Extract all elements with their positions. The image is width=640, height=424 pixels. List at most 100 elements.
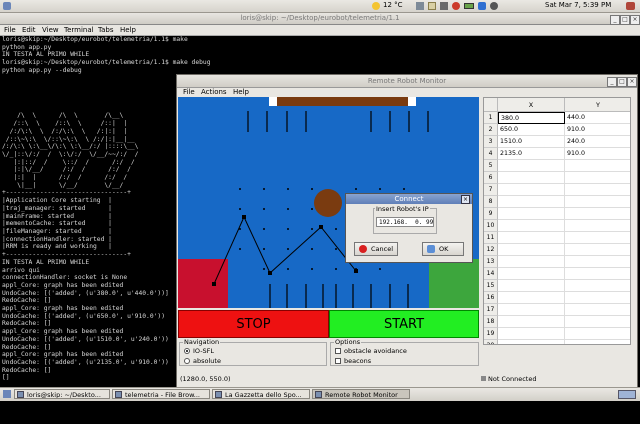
cell-x[interactable]: 2135.0 bbox=[498, 148, 565, 160]
row-header[interactable]: 13 bbox=[484, 256, 498, 268]
row-header[interactable]: 14 bbox=[484, 268, 498, 280]
cell-x[interactable] bbox=[498, 280, 565, 292]
cell-x[interactable] bbox=[498, 268, 565, 280]
row-header[interactable]: 19 bbox=[484, 328, 498, 340]
row-header[interactable]: 17 bbox=[484, 304, 498, 316]
terminal-output-top[interactable]: loris@skip:~/Desktop/eurobot/telemetria/… bbox=[2, 36, 472, 76]
row-header[interactable]: 16 bbox=[484, 292, 498, 304]
cell-x[interactable] bbox=[498, 232, 565, 244]
row-header[interactable]: 2 bbox=[484, 124, 498, 136]
terminal-menu-edit[interactable]: Edit bbox=[22, 26, 36, 34]
taskbar-item-robot-monitor[interactable]: Remote Robot Monitor bbox=[312, 389, 410, 399]
taskbar-item-file-browser[interactable]: telemetria - File Brow... bbox=[112, 389, 210, 399]
taskbar-item-browser[interactable]: La Gazzetta dello Spo... bbox=[212, 389, 310, 399]
cell-x[interactable] bbox=[498, 256, 565, 268]
cell-x[interactable] bbox=[498, 184, 565, 196]
cell-y[interactable]: 910.0 bbox=[565, 148, 630, 160]
cell-y[interactable] bbox=[565, 160, 630, 172]
column-header-x[interactable]: X bbox=[498, 98, 565, 112]
monitor-close-button[interactable]: × bbox=[627, 77, 637, 87]
terminal-menu-file[interactable]: File bbox=[4, 26, 16, 34]
radio-absolute[interactable] bbox=[184, 358, 190, 364]
cell-x[interactable] bbox=[498, 208, 565, 220]
cell-x[interactable] bbox=[498, 304, 565, 316]
mail-icon[interactable] bbox=[428, 2, 436, 10]
cell-x[interactable] bbox=[498, 328, 565, 340]
terminal-minimize-button[interactable]: _ bbox=[610, 15, 620, 25]
terminal-menu-tabs[interactable]: Tabs bbox=[98, 26, 114, 34]
cancel-button[interactable]: Cancel bbox=[354, 242, 398, 256]
radio-io-sfl[interactable] bbox=[184, 348, 190, 354]
volume-icon[interactable] bbox=[440, 2, 448, 10]
taskbar-item-terminal[interactable]: loris@skip: ~/Deskto... bbox=[14, 389, 110, 399]
row-header[interactable]: 11 bbox=[484, 232, 498, 244]
row-header[interactable]: 20 bbox=[484, 340, 498, 344]
monitor-menu-help[interactable]: Help bbox=[233, 88, 249, 96]
update-icon[interactable] bbox=[452, 2, 460, 10]
row-header[interactable]: 18 bbox=[484, 316, 498, 328]
terminal-maximize-button[interactable]: □ bbox=[620, 15, 630, 25]
cell-y[interactable] bbox=[565, 184, 630, 196]
row-header[interactable]: 5 bbox=[484, 160, 498, 172]
power-icon[interactable] bbox=[490, 2, 498, 10]
row-header[interactable]: 15 bbox=[484, 280, 498, 292]
cell-y[interactable] bbox=[565, 220, 630, 232]
dialog-close-button[interactable]: × bbox=[461, 195, 470, 204]
monitor-menu-actions[interactable]: Actions bbox=[201, 88, 227, 96]
obstacle-avoidance-checkbox[interactable] bbox=[335, 348, 341, 354]
cell-y[interactable] bbox=[565, 196, 630, 208]
cell-x[interactable] bbox=[498, 316, 565, 328]
cell-y[interactable] bbox=[565, 280, 630, 292]
cell-y[interactable] bbox=[565, 268, 630, 280]
cell-y[interactable] bbox=[565, 304, 630, 316]
stop-button[interactable]: STOP bbox=[178, 310, 329, 338]
monitor-menu-file[interactable]: File bbox=[183, 88, 195, 96]
monitor-maximize-button[interactable]: □ bbox=[617, 77, 627, 87]
row-header[interactable]: 12 bbox=[484, 244, 498, 256]
cell-y[interactable] bbox=[565, 244, 630, 256]
cell-y[interactable]: 910.0 bbox=[565, 124, 630, 136]
cell-x[interactable]: 1510.0 bbox=[498, 136, 565, 148]
cell-x[interactable]: 650.0 bbox=[498, 124, 565, 136]
cell-x[interactable] bbox=[498, 196, 565, 208]
terminal-close-button[interactable]: × bbox=[630, 15, 640, 25]
row-header[interactable]: 7 bbox=[484, 184, 498, 196]
show-desktop-icon[interactable] bbox=[3, 390, 11, 398]
cell-x[interactable] bbox=[498, 340, 565, 344]
column-header-y[interactable]: Y bbox=[565, 98, 630, 112]
ok-button[interactable]: OK bbox=[422, 242, 464, 256]
cell-y[interactable] bbox=[565, 340, 630, 344]
cell-y[interactable] bbox=[565, 328, 630, 340]
cell-y[interactable] bbox=[565, 208, 630, 220]
terminal-menu-help[interactable]: Help bbox=[120, 26, 136, 34]
cell-y[interactable] bbox=[565, 256, 630, 268]
row-header[interactable]: 1 bbox=[484, 112, 498, 124]
terminal-output[interactable]: /\ \ /\ \ /\__\ /::\ \ /::\ \ /::| | /:/… bbox=[2, 74, 182, 424]
cell-x[interactable] bbox=[498, 292, 565, 304]
waypoint-table[interactable]: X Y 1 380.0 440.0 2 650.0 910.0 3 1510.0 240.0 4 2… bbox=[483, 97, 631, 345]
clock[interactable]: Sat Mar 7, 5:39 PM bbox=[545, 1, 611, 9]
cell-x[interactable]: 380.0 bbox=[498, 112, 565, 124]
user-icon[interactable] bbox=[626, 2, 635, 10]
system-menu-icon[interactable] bbox=[3, 2, 11, 10]
start-button[interactable]: START bbox=[329, 310, 479, 338]
cell-y[interactable]: 440.0 bbox=[565, 112, 630, 124]
terminal-menu-terminal[interactable]: Terminal bbox=[64, 26, 94, 34]
cell-x[interactable] bbox=[498, 244, 565, 256]
cell-x[interactable] bbox=[498, 172, 565, 184]
cell-x[interactable] bbox=[498, 160, 565, 172]
workspace-switcher[interactable] bbox=[618, 390, 636, 399]
monitor-minimize-button[interactable]: _ bbox=[607, 77, 617, 87]
ip-address-input[interactable]: 192.168. 0. 99 bbox=[376, 217, 434, 227]
row-header[interactable]: 9 bbox=[484, 208, 498, 220]
cell-y[interactable] bbox=[565, 232, 630, 244]
row-header[interactable]: 8 bbox=[484, 196, 498, 208]
terminal-menu-view[interactable]: View bbox=[42, 26, 59, 34]
cell-x[interactable] bbox=[498, 220, 565, 232]
cell-y[interactable] bbox=[565, 172, 630, 184]
row-header[interactable]: 6 bbox=[484, 172, 498, 184]
row-header[interactable]: 3 bbox=[484, 136, 498, 148]
network-icon[interactable] bbox=[416, 2, 424, 10]
trajectory-waypoints[interactable] bbox=[212, 215, 358, 286]
bluetooth-icon[interactable] bbox=[478, 2, 486, 10]
